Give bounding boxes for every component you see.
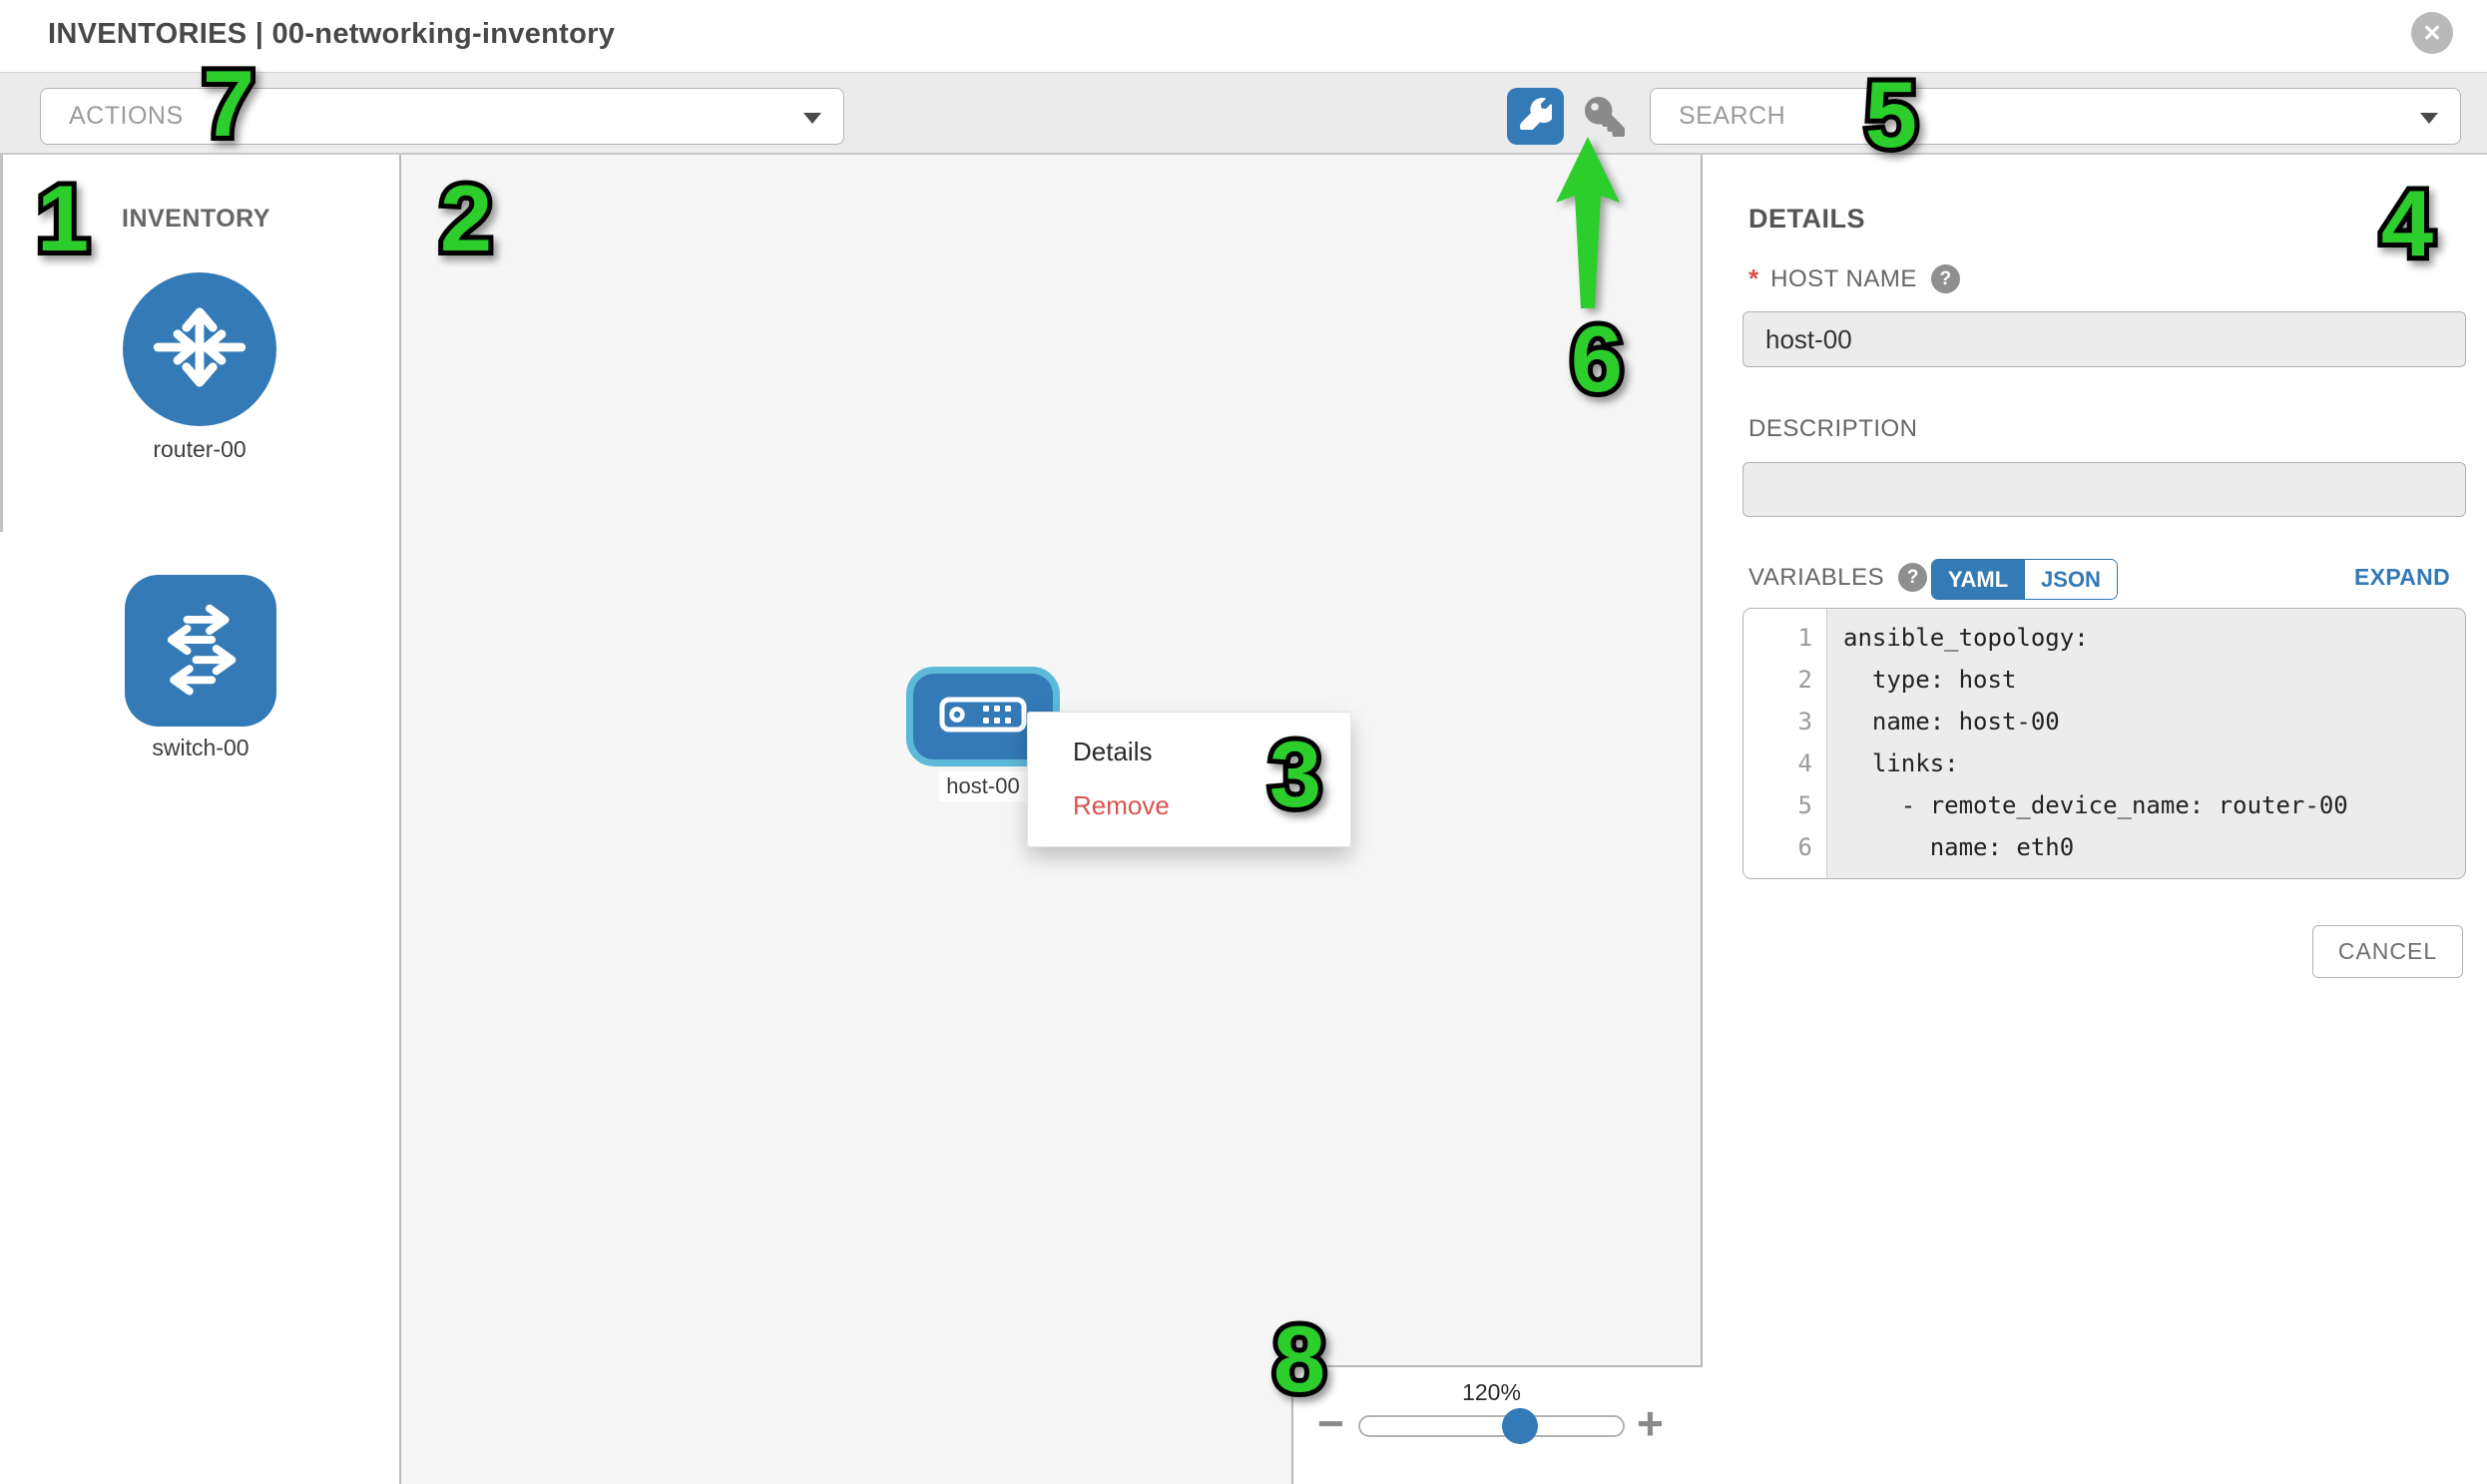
line-number: 1 <box>1743 617 1812 659</box>
zoom-in-button[interactable]: + <box>1637 1393 1664 1453</box>
palette-item-label: router-00 <box>123 436 276 463</box>
code-line: name: host-00 <box>1843 701 2465 742</box>
zoom-out-button[interactable]: − <box>1317 1393 1344 1453</box>
node-context-menu: Details Remove <box>1027 712 1351 847</box>
required-marker: * <box>1748 263 1758 294</box>
details-panel-title: DETAILS <box>1748 204 1865 235</box>
key-credentials-button[interactable] <box>1581 94 1629 142</box>
help-icon[interactable]: ? <box>1898 563 1927 592</box>
toggle-json-button[interactable]: JSON <box>2024 560 2117 599</box>
palette-item-switch[interactable] <box>125 575 276 727</box>
code-line: ansible_topology: <box>1843 617 2465 659</box>
editor-line-numbers: 1 2 3 4 5 6 7 <box>1743 609 1827 878</box>
host-name-field-row: * HOST NAME ? <box>1748 263 1960 294</box>
actions-dropdown[interactable]: ACTIONS <box>40 88 844 145</box>
configure-topology-button[interactable] <box>1507 88 1564 145</box>
help-icon[interactable]: ? <box>1931 264 1960 293</box>
panel-scroll-edge <box>0 155 3 532</box>
header: INVENTORIES | 00-networking-inventory ✕ <box>0 0 2487 72</box>
zoom-control: 120% − + <box>1291 1365 1703 1484</box>
zoom-slider-thumb[interactable] <box>1502 1408 1538 1444</box>
close-icon[interactable]: ✕ <box>2411 12 2453 54</box>
variables-label: VARIABLES <box>1748 564 1884 592</box>
variables-format-toggle: YAML JSON <box>1931 559 2118 600</box>
key-icon <box>1585 97 1625 140</box>
line-number: 6 <box>1743 826 1812 868</box>
toolbar: ACTIONS SEARCH <box>0 72 2487 155</box>
context-menu-item-remove[interactable]: Remove <box>1028 778 1350 832</box>
code-line: type: host <box>1843 659 2465 701</box>
description-input[interactable] <box>1742 462 2466 517</box>
actions-dropdown-placeholder: ACTIONS <box>69 89 184 144</box>
toggle-yaml-button[interactable]: YAML <box>1932 560 2024 599</box>
search-dropdown-placeholder: SEARCH <box>1679 89 1785 144</box>
zoom-level-label: 120% <box>1358 1379 1625 1406</box>
router-icon <box>145 292 254 407</box>
wrench-icon <box>1520 98 1552 135</box>
host-name-input[interactable] <box>1742 311 2466 367</box>
code-line: - remote_device_name: router-00 <box>1843 784 2465 826</box>
code-line: name: eth0 <box>1843 826 2465 868</box>
chevron-down-icon <box>803 113 821 124</box>
host-name-label: HOST NAME <box>1770 265 1917 293</box>
zoom-slider-track[interactable] <box>1358 1415 1625 1437</box>
description-label: DESCRIPTION <box>1748 415 1918 443</box>
context-menu-item-details[interactable]: Details <box>1028 725 1350 778</box>
variables-code-editor[interactable]: 1 2 3 4 5 6 7 ansible_topology: type: ho… <box>1742 608 2466 879</box>
line-number: 4 <box>1743 742 1812 784</box>
line-number: 3 <box>1743 701 1812 742</box>
line-number: 5 <box>1743 784 1812 826</box>
page-title: INVENTORIES | 00-networking-inventory <box>48 18 615 51</box>
host-icon <box>939 697 1027 738</box>
switch-icon <box>145 593 256 710</box>
palette-item-label: switch-00 <box>125 735 276 761</box>
canvas-node-label: host-00 <box>939 771 1027 801</box>
inventory-panel: INVENTORY router-00 switch-00 <box>0 155 401 1484</box>
line-number: 2 <box>1743 659 1812 701</box>
code-line: links: <box>1843 742 2465 784</box>
chevron-down-icon <box>2420 113 2438 124</box>
line-number: 7 <box>1743 868 1812 879</box>
description-field-row: DESCRIPTION <box>1748 415 1918 443</box>
variables-field-row: VARIABLES ? <box>1748 563 1927 592</box>
details-panel: DETAILS * HOST NAME ? DESCRIPTION VARIAB… <box>1703 155 2487 1484</box>
expand-link[interactable]: EXPAND <box>2354 564 2450 591</box>
search-dropdown[interactable]: SEARCH <box>1650 88 2461 145</box>
topology-canvas[interactable]: host-00 Details Remove 120% − + <box>401 155 1703 1484</box>
inventory-panel-title: INVENTORY <box>122 205 270 234</box>
editor-code-lines: ansible_topology: type: host name: host-… <box>1827 609 2465 878</box>
palette-item-router[interactable] <box>123 272 276 426</box>
code-line: remote_interface_name: eth0 <box>1843 868 2465 879</box>
cancel-button[interactable]: CANCEL <box>2312 925 2463 978</box>
